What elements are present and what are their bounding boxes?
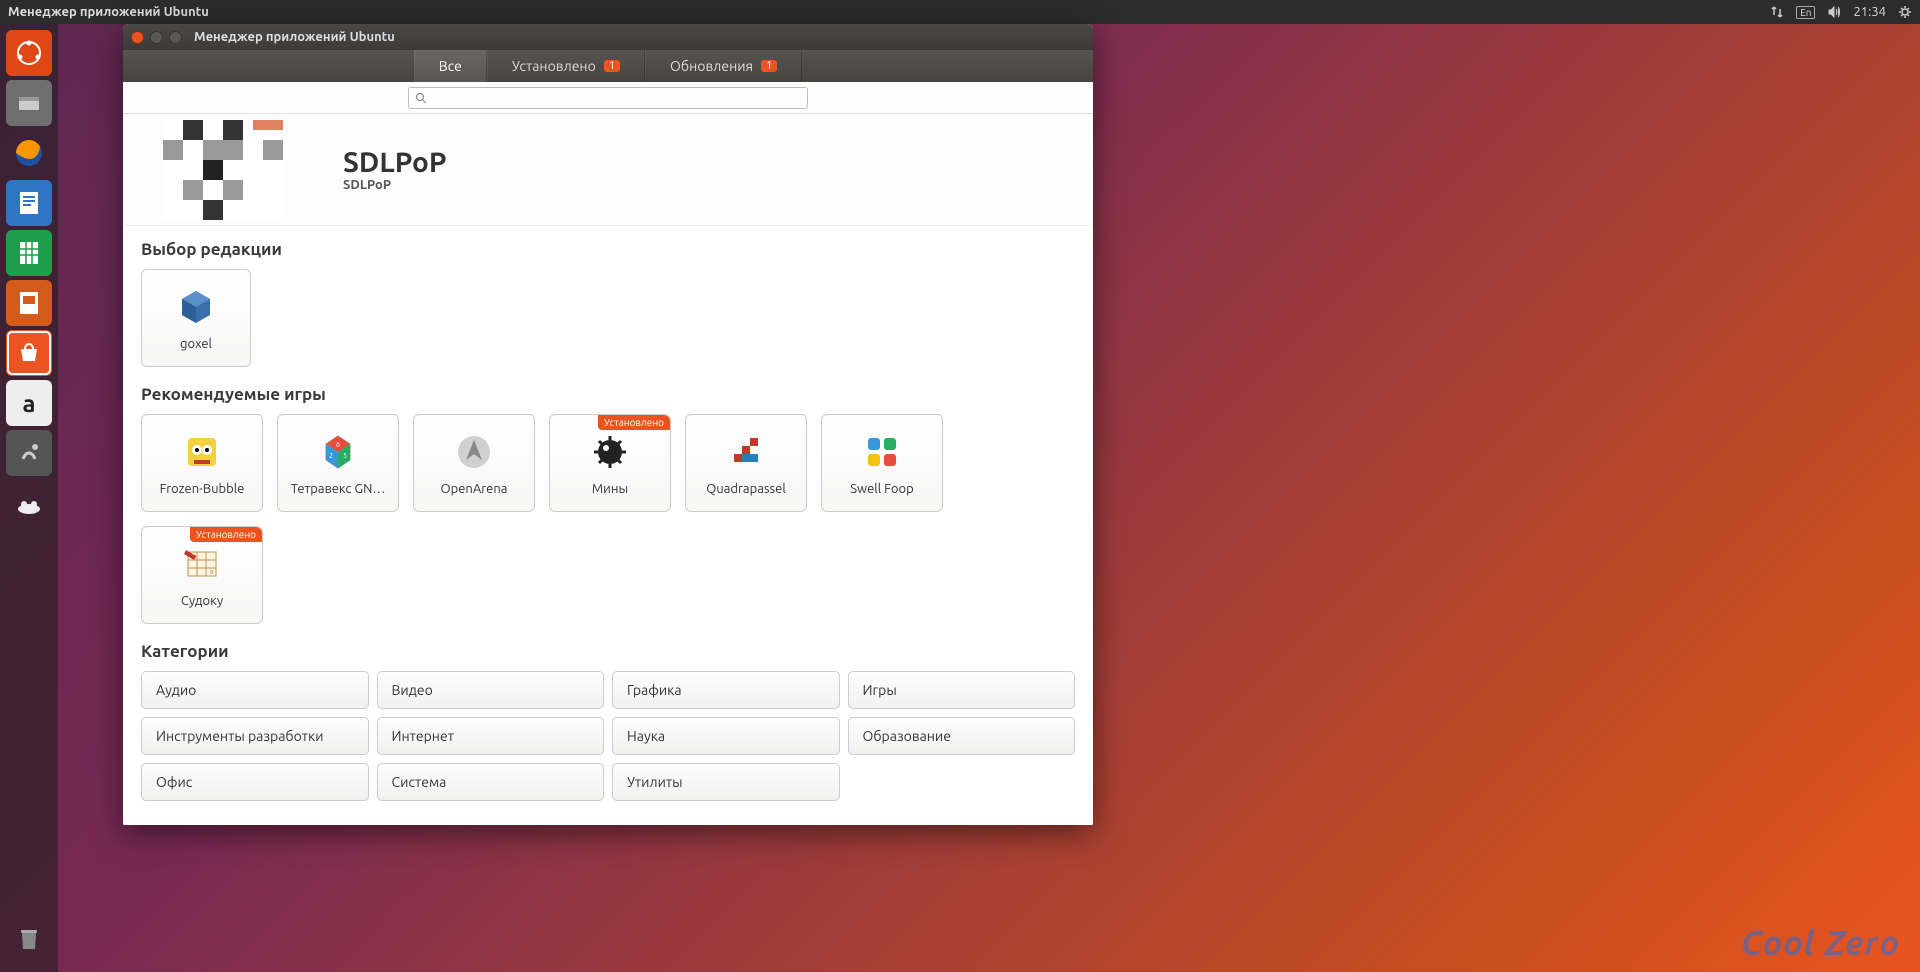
maximize-button[interactable] (169, 31, 182, 44)
app-card-label: goxel (142, 337, 250, 351)
category-button[interactable]: Наука (612, 717, 840, 755)
categories-heading: Категории (141, 642, 1075, 661)
tab-updates[interactable]: Обновления1 (645, 50, 802, 82)
category-button[interactable]: Офис (141, 763, 369, 801)
svg-text:6: 6 (336, 441, 340, 449)
settings-icon[interactable] (6, 430, 52, 476)
tab-all[interactable]: Все (414, 50, 487, 82)
app-card[interactable]: Quadrapassel (685, 414, 807, 512)
categories-section: Категории АудиоВидеоГрафикаИгры Инструмен… (123, 628, 1093, 805)
app-card-label: Мины (550, 482, 670, 496)
category-button[interactable]: Аудио (141, 671, 369, 709)
gear-icon[interactable] (1898, 5, 1912, 19)
firefox-icon[interactable] (6, 130, 52, 176)
category-button[interactable]: Инструменты разработки (141, 717, 369, 755)
badge-installed: 1 (604, 60, 620, 72)
category-button[interactable]: Система (377, 763, 605, 801)
app-card[interactable]: OpenArena (413, 414, 535, 512)
search-bar (123, 82, 1093, 114)
svg-text:2: 2 (329, 452, 333, 460)
app-icon (588, 430, 632, 474)
software-manager-window: Менеджер приложений Ubuntu Все Установле… (123, 24, 1093, 825)
topbar-title: Менеджер приложений Ubuntu (8, 5, 209, 19)
featured-app-subtitle: SDLPoP (343, 178, 447, 192)
app-card-label: Quadrapassel (686, 482, 806, 496)
clock[interactable]: 21:34 (1853, 5, 1886, 19)
app-icon[interactable] (6, 480, 52, 526)
app-card-label: Судоку (142, 594, 262, 608)
app-card[interactable]: Swell Foop (821, 414, 943, 512)
writer-icon[interactable] (6, 180, 52, 226)
files-icon[interactable] (6, 80, 52, 126)
app-card-label: Swell Foop (822, 482, 942, 496)
editors-pick-heading: Выбор редакции (141, 240, 1075, 259)
sound-icon[interactable] (1827, 5, 1841, 19)
category-button[interactable]: Утилиты (612, 763, 840, 801)
badge-updates: 1 (761, 60, 777, 72)
minimize-button[interactable] (150, 31, 163, 44)
featured-app-icon (163, 120, 283, 220)
category-button[interactable]: Интернет (377, 717, 605, 755)
app-icon (860, 430, 904, 474)
installed-badge: Установлено (190, 527, 262, 542)
featured-banner[interactable]: SDLPoP SDLPoP (123, 114, 1093, 226)
app-icon: 62 5 (316, 430, 360, 474)
system-topbar: Менеджер приложений Ubuntu En 21:34 (0, 0, 1920, 24)
app-icon (180, 430, 224, 474)
search-icon (415, 92, 427, 104)
window-title: Менеджер приложений Ubuntu (194, 30, 395, 44)
amazon-icon[interactable]: a (6, 380, 52, 426)
tab-installed[interactable]: Установлено1 (487, 50, 645, 82)
app-card-label: Frozen-Bubble (142, 482, 262, 496)
calc-icon[interactable] (6, 230, 52, 276)
recommended-heading: Рекомендуемые игры (141, 385, 1075, 404)
category-button[interactable]: Образование (848, 717, 1076, 755)
watermark: Cool Zero (1741, 924, 1900, 962)
app-card-goxel[interactable]: goxel (141, 269, 251, 367)
window-titlebar[interactable]: Менеджер приложений Ubuntu (123, 24, 1093, 50)
app-icon: 49 (180, 542, 224, 586)
network-icon[interactable] (1770, 5, 1784, 19)
installed-badge: Установлено (598, 415, 670, 430)
impress-icon[interactable] (6, 280, 52, 326)
app-icon (452, 430, 496, 474)
software-center-icon[interactable] (6, 330, 52, 376)
close-button[interactable] (131, 31, 144, 44)
app-card-label: Тетравекс GN… (278, 482, 398, 496)
app-card[interactable]: Установлено Мины (549, 414, 671, 512)
category-button[interactable]: Видео (377, 671, 605, 709)
search-input[interactable] (427, 91, 801, 104)
app-card-label: OpenArena (414, 482, 534, 496)
trash-icon[interactable] (6, 916, 52, 962)
editors-pick-section: Выбор редакции goxel (123, 226, 1093, 371)
featured-app-title: SDLPoP (343, 147, 447, 178)
app-card[interactable]: Frozen-Bubble (141, 414, 263, 512)
unity-launcher: a (0, 24, 58, 972)
main-tabs: Все Установлено1 Обновления1 (123, 50, 1093, 82)
goxel-icon (174, 285, 218, 329)
dash-icon[interactable] (6, 30, 52, 76)
app-card[interactable]: Установлено49 Судоку (141, 526, 263, 624)
app-icon (724, 430, 768, 474)
svg-text:9: 9 (210, 569, 213, 576)
keyboard-layout-indicator[interactable]: En (1796, 6, 1815, 19)
svg-text:5: 5 (343, 452, 347, 460)
category-button[interactable]: Графика (612, 671, 840, 709)
recommended-section: Рекомендуемые игры Frozen-Bubble 62 5 Тетра… (123, 371, 1093, 628)
app-card[interactable]: 62 5 Тетравекс GN… (277, 414, 399, 512)
search-box[interactable] (408, 87, 808, 109)
category-button[interactable]: Игры (848, 671, 1076, 709)
